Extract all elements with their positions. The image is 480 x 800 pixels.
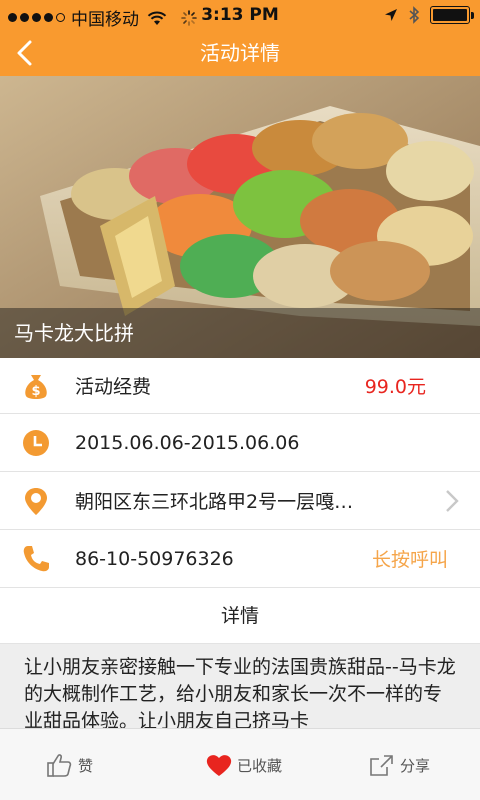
phone-number: 86-10-50976326 <box>75 547 234 570</box>
address-text: 朝阳区东三环北路甲2号一层嘎… <box>75 491 354 513</box>
status-bar: 中国移动 3:13 PM <box>0 0 480 30</box>
hero-image: 马卡龙大比拼 <box>0 76 480 358</box>
address-row[interactable]: 朝阳区东三环北路甲2号一层嘎… <box>0 472 480 530</box>
share-icon <box>370 755 393 776</box>
page-title: 活动详情 <box>200 41 280 65</box>
status-right <box>384 6 474 24</box>
clock-icon <box>23 429 49 456</box>
date-range: 2015.06.06-2015.06.06 <box>75 431 300 454</box>
event-title: 马卡龙大比拼 <box>14 321 134 345</box>
fee-row: $ 活动经费 99.0元 <box>0 358 480 414</box>
like-button[interactable]: 赞 <box>46 729 93 800</box>
chevron-right-icon <box>446 489 459 512</box>
money-bag-icon: $ <box>25 374 47 399</box>
hero-title-bar: 马卡龙大比拼 <box>0 308 480 358</box>
info-list: $ 活动经费 99.0元 2015.06.06-2015.06.06 朝阳区东三… <box>0 358 480 588</box>
share-label: 分享 <box>400 756 431 775</box>
svg-text:$: $ <box>31 384 40 399</box>
phone-row[interactable]: 86-10-50976326 长按呼叫 <box>0 530 480 588</box>
fee-value: 99.0元 <box>364 376 426 398</box>
share-button[interactable]: 分享 <box>368 729 430 800</box>
nav-bar: 活动详情 <box>0 30 480 76</box>
details-text: 让小朋友亲密接触一下专业的法国贵族甜品--马卡龙的大概制作工艺，给小朋友和家长一… <box>0 644 480 728</box>
thumbs-up-icon <box>47 754 72 777</box>
fee-label: 活动经费 <box>75 376 152 398</box>
call-button[interactable]: 长按呼叫 <box>372 545 448 572</box>
details-heading: 详情 <box>0 588 480 644</box>
like-label: 赞 <box>78 756 94 775</box>
phone-icon <box>23 545 49 571</box>
heart-icon <box>206 755 232 776</box>
battery-icon <box>430 6 474 24</box>
location-pin-icon <box>25 487 47 515</box>
favorite-label: 已收藏 <box>237 756 283 775</box>
bluetooth-icon <box>409 6 420 24</box>
favorite-button[interactable]: 已收藏 <box>205 729 282 800</box>
date-row: 2015.06.06-2015.06.06 <box>0 414 480 472</box>
bottom-tab-bar: 赞 已收藏 分享 <box>0 728 480 800</box>
location-arrow-icon <box>385 9 397 21</box>
